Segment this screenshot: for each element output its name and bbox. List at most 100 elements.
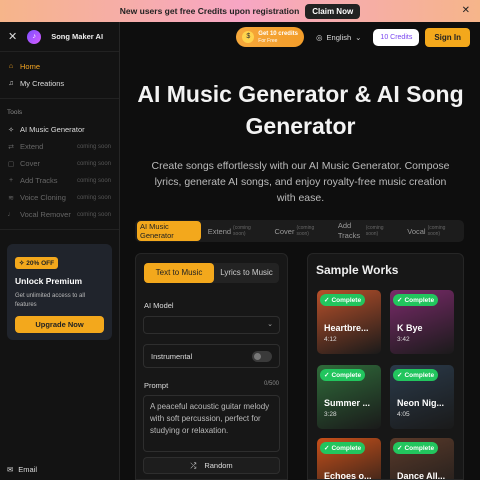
sample-duration: 3:42 (397, 336, 410, 343)
sample-works-panel: Sample Works ✓ Complete Heartbre... 4:12 ✓ Co… (307, 253, 464, 480)
credits-count-button[interactable]: 10 Credits (373, 28, 420, 46)
sample-card[interactable]: ✓ Complete Heartbre... 4:12 (317, 290, 381, 354)
sidebar-item-extend[interactable]: ⇄ Extend coming soon (0, 138, 119, 155)
sample-title: Neon Nig... (397, 398, 444, 408)
sample-duration: 4:05 (397, 411, 410, 418)
check-circle-icon: ✓ (397, 445, 403, 452)
complete-badge: ✓ Complete (393, 369, 439, 381)
plus-icon: + (8, 177, 14, 184)
shuffle-icon: ⤮ (190, 460, 197, 470)
sidebar-item-home[interactable]: ⌂ Home (0, 58, 119, 75)
sidebar-item-label: Extend (20, 142, 44, 151)
mode-toggle: Text to Music Lyrics to Music (144, 263, 279, 283)
prompt-textarea[interactable]: A peaceful acoustic guitar melody with s… (143, 395, 280, 452)
tab-cover[interactable]: Cover (coming soon) (271, 221, 330, 241)
check-circle-icon: ✓ (397, 297, 403, 304)
tool-tabs: AI Music Generator Extend (coming soon) C… (135, 220, 464, 242)
random-label: Random (204, 461, 233, 470)
tab-extend[interactable]: Extend (coming soon) (205, 221, 268, 241)
check-circle-icon: ✓ (324, 297, 330, 304)
sidebar-divider (0, 229, 119, 230)
tools-section-label: Tools (7, 109, 23, 116)
complete-badge: ✓ Complete (393, 442, 439, 454)
sidebar-header: ✕ ♪ Song Maker AI (0, 22, 119, 52)
sidebar-item-vocal-remover[interactable]: ♩ Vocal Remover coming soon (0, 206, 119, 223)
sidebar-item-my-creations[interactable]: ♫ My Creations (0, 75, 119, 92)
sample-card[interactable]: ✓ Complete Neon Nig... 4:05 (390, 365, 454, 429)
prompt-header: Prompt 0/500 (144, 381, 279, 390)
sample-title: Dance All... (397, 471, 446, 480)
top-bar: $ Get 10 credits For Free ◎ English ⌄ 10… (121, 22, 480, 52)
sample-duration: 3:28 (324, 411, 337, 418)
ai-model-select[interactable]: ⌄ (143, 316, 280, 334)
sidebar-item-label: Voice Cloning (20, 193, 66, 202)
sample-card[interactable]: ✓ Complete K Bye 3:42 (390, 290, 454, 354)
instrumental-row: Instrumental (143, 344, 280, 368)
coming-soon-label: coming soon (76, 211, 111, 218)
sidebar-item-label: Home (20, 62, 41, 71)
sidebar-item-label: Cover (20, 159, 41, 168)
generator-form: Text to Music Lyrics to Music AI Model ⌄… (135, 253, 288, 480)
language-selector[interactable]: ◎ English ⌄ (316, 33, 361, 42)
sidebar-item-label: Vocal Remover (20, 210, 71, 219)
chevron-down-icon: ⌄ (355, 32, 362, 42)
brand-name: Song Maker AI (51, 32, 104, 41)
sample-title: Heartbre... (324, 323, 369, 333)
tab-add-tracks[interactable]: Add Tracks (coming soon) (335, 221, 400, 241)
page-subtitle: Create songs effortlessly with our AI Mu… (151, 160, 450, 204)
tab-ai-music-generator[interactable]: AI Music Generator (137, 221, 201, 241)
check-circle-icon: ✓ (397, 372, 403, 379)
extend-icon: ⇄ (8, 143, 14, 151)
sidebar: ✕ ♪ Song Maker AI ⌂ Home ♫ My Creations … (0, 22, 120, 480)
tab-vocal[interactable]: Vocal (coming soon) (404, 221, 462, 241)
banner-text: New users get free Credits upon registra… (119, 6, 300, 16)
email-link[interactable]: ✉ Email (7, 465, 37, 474)
voice-icon: ≋ (8, 194, 14, 202)
lyrics-to-music-tab[interactable]: Lyrics to Music (214, 263, 279, 283)
sidebar-item-cover[interactable]: ▢ Cover coming soon (0, 155, 119, 172)
coming-soon-label: coming soon (76, 177, 111, 184)
promo-title: Unlock Premium (15, 276, 83, 286)
sign-in-button[interactable]: Sign In (425, 27, 470, 47)
prompt-char-count: 0/500 (263, 381, 279, 387)
cover-icon: ▢ (7, 160, 15, 168)
mail-icon: ✉ (7, 465, 14, 474)
promo-description: Get unlimited access to all features (15, 293, 86, 308)
sidebar-item-voice-cloning[interactable]: ≋ Voice Cloning coming soon (0, 189, 119, 206)
text-to-music-tab[interactable]: Text to Music (144, 263, 214, 283)
credits-main-text: Get 10 credits (258, 30, 298, 37)
discount-badge: ✧ 20% OFF (15, 257, 59, 269)
sample-card[interactable]: ✓ Complete Summer ... 3:28 (317, 365, 381, 429)
coming-soon-label: coming soon (76, 160, 111, 167)
sidebar-divider (0, 98, 119, 99)
home-icon: ⌂ (8, 63, 14, 70)
claim-now-button[interactable]: Claim Now (305, 3, 361, 19)
complete-badge: ✓ Complete (320, 294, 366, 306)
banner-close-icon[interactable]: ✕ (462, 5, 470, 16)
wand-icon: ✧ (8, 126, 14, 134)
sample-title: Summer ... (324, 398, 371, 408)
brand-logo-icon: ♪ (27, 29, 42, 44)
sample-card[interactable]: ✓ Complete Echoes o... (317, 438, 381, 480)
promo-banner: New users get free Credits upon registra… (0, 0, 480, 22)
globe-icon: ◎ (315, 32, 323, 42)
close-sidebar-icon[interactable]: ✕ (8, 30, 17, 43)
email-label: Email (18, 465, 38, 474)
instrumental-toggle[interactable] (252, 350, 272, 362)
sample-card[interactable]: ✓ Complete Dance All... (390, 438, 454, 480)
music-note-icon: ♫ (8, 80, 14, 87)
sidebar-item-add-tracks[interactable]: + Add Tracks coming soon (0, 172, 119, 189)
sample-title: K Bye (397, 323, 423, 333)
mic-icon: ♩ (7, 211, 15, 218)
credits-sub-text: For Free (258, 37, 278, 44)
upgrade-now-button[interactable]: Upgrade Now (15, 316, 104, 333)
premium-promo-card: ✧ 20% OFF Unlock Premium Get unlimited a… (7, 244, 112, 340)
sample-duration: 4:12 (324, 336, 337, 343)
sample-title: Echoes o... (324, 471, 372, 480)
random-button[interactable]: ⤮ Random (143, 457, 280, 474)
sidebar-item-ai-music-generator[interactable]: ✧ AI Music Generator (0, 121, 119, 138)
prompt-label: Prompt (144, 381, 169, 390)
sidebar-item-label: AI Music Generator (20, 125, 85, 134)
sidebar-item-label: Add Tracks (20, 176, 58, 185)
get-credits-button[interactable]: $ Get 10 credits For Free (236, 27, 304, 47)
